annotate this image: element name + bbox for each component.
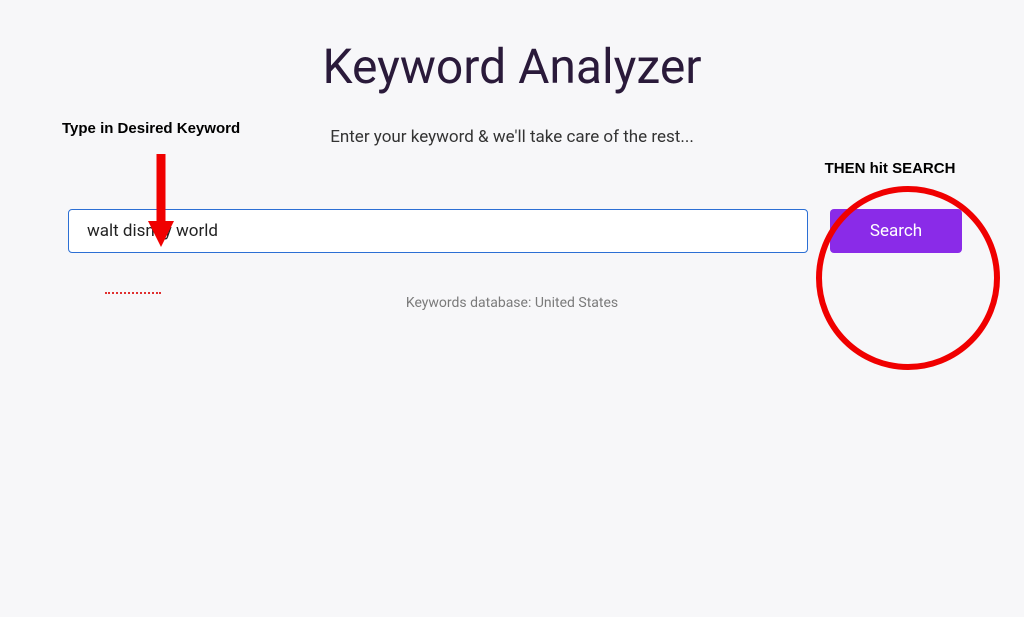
- keyword-input[interactable]: [68, 209, 808, 253]
- spellcheck-underline: [105, 292, 161, 294]
- annotation-left: Type in Desired Keyword: [62, 118, 262, 137]
- annotation-left-label: Type in Desired Keyword: [62, 120, 240, 137]
- page-title: Keyword Analyzer: [0, 38, 1024, 95]
- search-button[interactable]: Search: [830, 209, 962, 253]
- database-note: Keywords database: United States: [0, 295, 1024, 311]
- search-row: Search: [0, 209, 1024, 253]
- annotation-right: THEN hit SEARCH: [810, 158, 970, 177]
- annotation-right-label: THEN hit SEARCH: [825, 160, 956, 177]
